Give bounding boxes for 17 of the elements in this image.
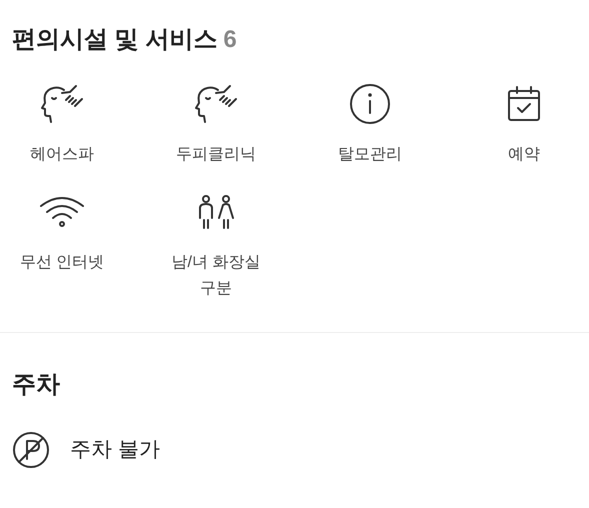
- facility-label: 무선 인터넷: [18, 253, 106, 273]
- calendar-icon: [507, 86, 541, 122]
- info-icon: [349, 83, 391, 125]
- no-parking-icon: [12, 431, 50, 469]
- face-icon: [40, 84, 84, 124]
- parking-label: 주차 불가: [70, 437, 160, 464]
- facility-label: 헤어스파: [29, 145, 95, 165]
- section-title: 주차: [12, 370, 61, 400]
- facility-label: 예약: [507, 145, 541, 165]
- facility-label: 남/녀 화장실 구분: [170, 253, 262, 299]
- facility-label: 탈모관리: [337, 145, 403, 165]
- section-title: 편의시설 및 서비스: [12, 25, 218, 55]
- facility-count: 6: [223, 25, 237, 55]
- restroom-icon: [196, 194, 236, 230]
- face-icon: [194, 84, 238, 124]
- facility-label: 두피클리닉: [175, 145, 257, 165]
- wifi-icon: [39, 196, 85, 228]
